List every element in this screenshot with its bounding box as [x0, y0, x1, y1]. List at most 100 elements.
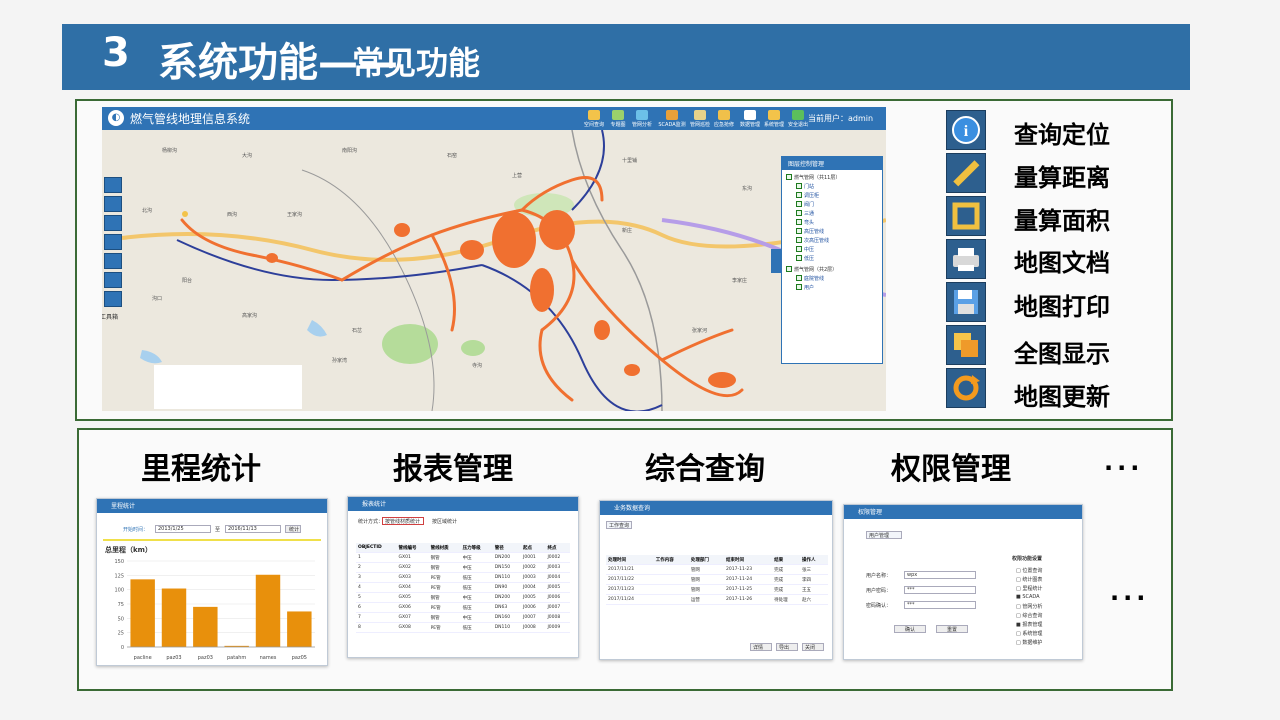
layer-item[interactable]: 中压 — [796, 246, 814, 253]
save-tool-icon[interactable] — [104, 253, 122, 269]
map-label: 王家沟 — [287, 212, 303, 218]
printer-icon — [946, 239, 986, 279]
layer-item[interactable]: 高压管线 — [796, 228, 824, 235]
detail-button[interactable]: 详情 — [750, 643, 772, 651]
layer-item[interactable]: 门站 — [796, 183, 814, 190]
x-tick-label: patahm — [227, 655, 246, 661]
table-header-row: OBJECTID 管线编号 管线材质 压力等级 管径 起点 终点 — [356, 543, 570, 553]
perm-checkbox[interactable]: □ 管网分析 — [1016, 603, 1042, 610]
window-title-bar: 业务数据查询 — [600, 501, 832, 515]
tab-user-management[interactable]: 用户管理 — [866, 531, 902, 539]
toolbar-button-1[interactable]: 空间查询 — [583, 109, 605, 129]
to-label: 至 — [215, 527, 221, 533]
perm-checkbox[interactable]: ■ 报表管理 — [1016, 621, 1042, 628]
full-extent-icon — [946, 325, 986, 365]
slide-subtitle: 常见功能 — [352, 44, 481, 82]
tab-work-query[interactable]: 工作查询 — [606, 521, 632, 529]
layer-panel-header: 图层控制管理 — [782, 157, 882, 170]
bar — [161, 588, 187, 647]
more-ellipsis: ... — [1110, 578, 1150, 606]
map-label: 阳台 — [182, 278, 193, 284]
map-label: 杨柳沟 — [162, 148, 178, 154]
perm-checkbox[interactable]: □ 综合查询 — [1016, 612, 1042, 619]
toolbar-button-2[interactable]: 专题图 — [607, 109, 629, 129]
printer-tool-icon[interactable] — [104, 234, 122, 250]
stat-mode-option-2[interactable]: 按区域统计 — [432, 518, 457, 525]
gis-title-bar: ◐ 燃气管线地理信息系统 空间查询 专题图 管网分析 SCADA监测 管网巡检 … — [102, 107, 886, 130]
area-tool-icon[interactable] — [104, 215, 122, 231]
more-ellipsis: ... — [1104, 448, 1144, 476]
layer-item[interactable]: 调压柜 — [796, 192, 819, 199]
toolbar-button-9[interactable]: 安全退出 — [787, 109, 809, 129]
section-number: 3 — [102, 30, 130, 76]
ruler-icon — [946, 153, 986, 193]
y-tick-label: 100 — [114, 588, 124, 594]
toolbar-button-3[interactable]: 管网分析 — [631, 109, 653, 129]
layer-item[interactable]: 低压 — [796, 255, 814, 262]
toolbar-button-5[interactable]: 管网巡检 — [689, 109, 711, 129]
perm-checkbox[interactable]: □ 位置查询 — [1016, 567, 1042, 574]
toolbar-button-4[interactable]: SCADA监测 — [658, 109, 686, 129]
info-icon: i — [946, 110, 986, 150]
password-field[interactable]: *** — [904, 586, 976, 594]
start-date-field[interactable]: 2013/1/25 — [155, 525, 211, 533]
layer-group[interactable]: 燃气管网（共11层） — [786, 174, 840, 181]
end-date-field[interactable]: 2016/11/13 — [225, 525, 281, 533]
app-logo-icon: ◐ — [108, 110, 124, 126]
map-label: 上营 — [512, 173, 523, 179]
layer-item[interactable]: 次高压管线 — [796, 237, 829, 244]
layer-item[interactable]: 弯头 — [796, 219, 814, 226]
perm-checkbox[interactable]: ■ SCADA — [1016, 594, 1040, 600]
confirm-button[interactable]: 确认 — [894, 625, 926, 633]
layer-group[interactable]: 燃气管网（共2层） — [786, 266, 837, 273]
perm-checkbox[interactable]: □ 统计图表 — [1016, 576, 1042, 583]
park-area — [461, 340, 485, 356]
confirm-password-field[interactable]: *** — [904, 601, 976, 609]
stat-mode-option-1[interactable]: 按管线材质统计 — [382, 517, 424, 525]
toolbar-button-6[interactable]: 应急抢修 — [713, 109, 735, 129]
ruler-tool-icon[interactable] — [104, 196, 122, 212]
perm-checkbox[interactable]: □ 里程统计 — [1016, 585, 1042, 592]
section-title-query: 综合查询 — [645, 452, 765, 487]
layer-item[interactable]: 阀门 — [796, 201, 814, 208]
toolbox-label: 工具箱 — [102, 314, 119, 321]
close-button[interactable]: 关闭 — [802, 643, 824, 651]
tool-label-full-view: 全图显示 — [1014, 340, 1110, 368]
stat-button[interactable]: 统计 — [285, 525, 301, 533]
table-row: 2017/11/21 管网 2017-11-23 完成 张三 — [606, 564, 828, 575]
table-row: 1 GX01 钢管 中压 DN200 J0001 J0002 — [356, 552, 570, 563]
x-tick-label: paz05 — [292, 655, 307, 661]
toolbar-button-7[interactable]: 数据管理 — [739, 109, 761, 129]
report-window: 报表统计 统计方式： 按管线材质统计 按区域统计 OBJECTID 管线编号 管线材… — [347, 496, 579, 658]
reset-button[interactable]: 重置 — [936, 625, 968, 633]
info-tool-icon[interactable] — [104, 177, 122, 193]
table-row: 4 GX04 PE管 低压 DN90 J0004 J0005 — [356, 582, 570, 593]
toolbar-button-8[interactable]: 系统管理 — [763, 109, 785, 129]
map-label: 东沟 — [742, 186, 753, 192]
chart-title: 总里程（km） — [105, 546, 152, 554]
bar — [287, 611, 312, 647]
layer-item[interactable]: 三通 — [796, 210, 814, 217]
perm-checkbox[interactable]: □ 系统管理 — [1016, 630, 1042, 637]
map-label: 张家河 — [692, 328, 708, 334]
stat-mode-label: 统计方式： — [358, 519, 384, 525]
table-row: 7 GX07 钢管 中压 DN160 J0007 J0008 — [356, 612, 570, 623]
tool-label-area: 量算面积 — [1014, 207, 1110, 235]
window-title: 业务数据查询 — [614, 505, 651, 512]
station-marker — [182, 211, 188, 217]
layer-item[interactable]: 用户 — [796, 284, 814, 291]
username-field[interactable]: wpx — [904, 571, 976, 579]
bar — [130, 579, 155, 647]
y-tick-label: 0 — [121, 645, 124, 651]
export-button[interactable]: 导出 — [776, 643, 798, 651]
gis-app-window: ◐ 燃气管线地理信息系统 空间查询 专题图 管网分析 SCADA监测 管网巡检 … — [102, 107, 886, 411]
perm-checkbox[interactable]: □ 数据维护 — [1016, 639, 1042, 646]
layer-item[interactable]: 庭院管线 — [796, 275, 824, 282]
layer-panel-title: 图层控制管理 — [788, 161, 825, 168]
mileage-bar-chart: 0 25 50 75 100 125 150 pacline paz03 paz03 patahm n… — [114, 559, 315, 661]
layer-panel-collapse-tab[interactable] — [771, 249, 781, 273]
window-title: 权限管理 — [858, 509, 883, 516]
refresh-tool-icon[interactable] — [104, 291, 122, 307]
layer-control-panel: 图层控制管理 燃气管网（共11层） 门站 调压柜 阀门 三通 弯头 高压管线 次… — [781, 156, 883, 364]
full-extent-tool-icon[interactable] — [104, 272, 122, 288]
